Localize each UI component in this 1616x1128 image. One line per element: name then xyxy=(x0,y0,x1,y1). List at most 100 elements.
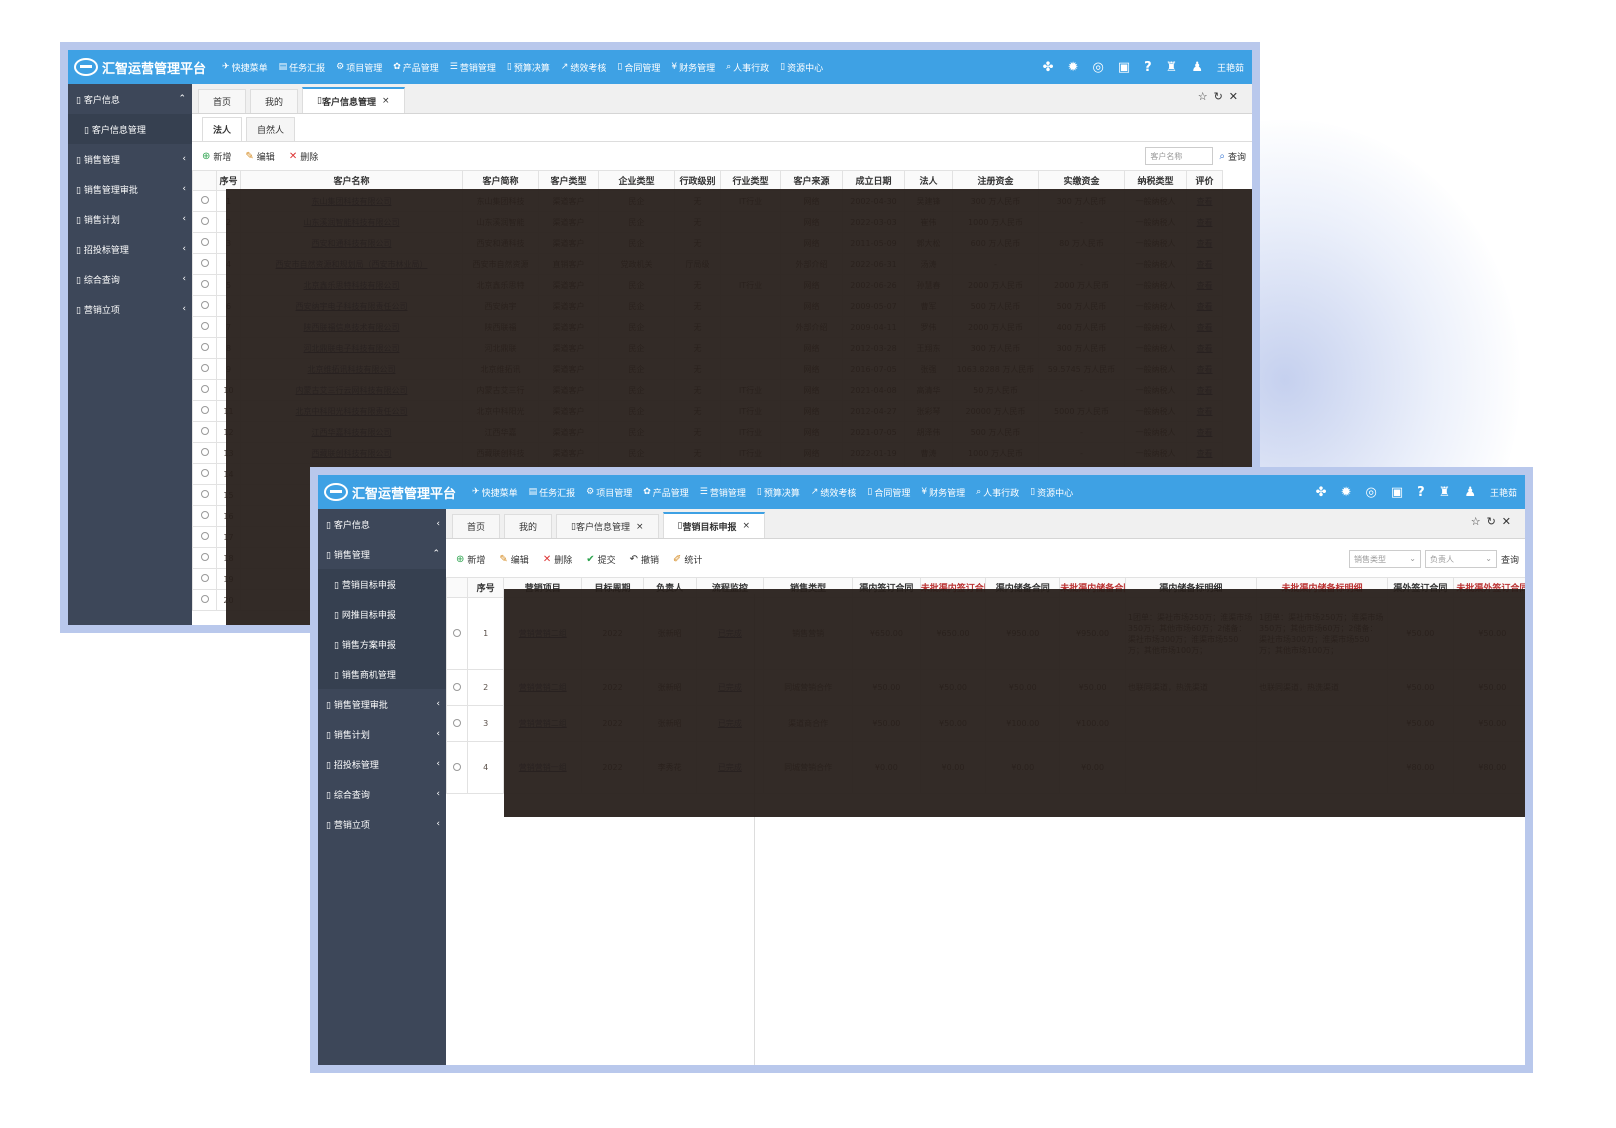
note-icon[interactable]: ▣ xyxy=(1118,60,1130,75)
sidebar-item-5[interactable]: ▯ 招投标管理 ‹ xyxy=(68,234,192,264)
sidebar-item-4[interactable]: ▯ 销售方案申报 xyxy=(318,629,446,659)
radio-button[interactable] xyxy=(200,217,209,225)
settings-icon[interactable]: ✹ xyxy=(1068,60,1079,75)
radio-button[interactable] xyxy=(200,259,209,267)
table-row[interactable]: 8 河北鼎联电子科技有限公司 河北鼎联 渠道客户 民企无网络 2012-03-28 王翔东 3… xyxy=(192,337,1223,359)
help-icon[interactable]: ? xyxy=(1417,485,1425,500)
delete-button[interactable]: ✕ 删除 xyxy=(289,150,318,163)
row-select[interactable] xyxy=(192,442,217,464)
edit-button[interactable]: ✎ 编辑 xyxy=(499,553,528,566)
shirt-icon[interactable]: ♜ xyxy=(1166,60,1178,75)
sidebar-item-8[interactable]: ▯ 招投标管理 ‹ xyxy=(318,749,446,779)
sidebar-item-3[interactable]: ▯ 销售管理审批 ‹ xyxy=(68,174,192,204)
radio-button[interactable] xyxy=(453,762,462,771)
row-select[interactable] xyxy=(192,568,217,590)
row-select[interactable] xyxy=(445,669,469,706)
menu-item-0[interactable]: ✈ 快捷菜单 xyxy=(222,61,268,74)
menu-item-9[interactable]: ⌕ 人事行政 xyxy=(976,486,1019,499)
sidebar-item-9[interactable]: ▯ 综合查询 ‹ xyxy=(318,779,446,809)
menu-item-9[interactable]: ⌕ 人事行政 xyxy=(726,61,769,74)
radio-button[interactable] xyxy=(200,595,209,603)
radio-button[interactable] xyxy=(200,469,209,477)
radio-button[interactable] xyxy=(200,301,209,309)
refresh-icon[interactable]: ↻ xyxy=(1214,90,1229,103)
menu-item-6[interactable]: ↗ 绩效考核 xyxy=(811,486,857,499)
help-icon[interactable]: ? xyxy=(1144,60,1152,75)
search-input[interactable]: 客户名称 xyxy=(1145,147,1214,165)
star-icon[interactable]: ☆ xyxy=(1198,90,1214,103)
table-row[interactable]: 5 北京鑫乐思特科技有限公司 北京鑫乐思特 渠道客户 民企无 IT行业 网络 2002-06-… xyxy=(192,274,1223,296)
menu-item-4[interactable]: ☰ 营销管理 xyxy=(700,486,746,499)
table-row[interactable]: 10 内蒙古艾三行云网科技有限公司 内蒙古艾三行 渠道客户 民企无 IT行业 网络 2021-… xyxy=(192,379,1223,401)
table-row[interactable]: 2 营销营销二组 2022 张新昭 已完成 同城营销合作 ¥50.00 ¥50.00 ¥50.0… xyxy=(445,669,1525,706)
table-row[interactable]: 1 营销营销二组 2022 张新昭 已完成 销售营销 ¥650.00 ¥650.00 ¥950.… xyxy=(445,597,1525,670)
row-select[interactable] xyxy=(192,484,217,506)
row-select[interactable] xyxy=(192,400,217,422)
sidebar-item-2[interactable]: ▯ 销售管理 ‹ xyxy=(68,144,192,174)
menu-item-7[interactable]: ▯ 合同管理 xyxy=(867,486,910,499)
delete-button[interactable]: ✕ 删除 xyxy=(543,553,572,566)
settings-icon[interactable]: ✹ xyxy=(1341,485,1352,500)
row-select[interactable] xyxy=(445,597,469,670)
tab-1[interactable]: 我的 xyxy=(250,89,299,113)
radio-button[interactable] xyxy=(200,196,209,204)
sidebar-item-7[interactable]: ▯ 销售计划 ‹ xyxy=(318,719,446,749)
row-select[interactable] xyxy=(192,316,217,338)
menu-item-3[interactable]: ✿ 产品管理 xyxy=(393,61,439,74)
star-icon[interactable]: ☆ xyxy=(1471,515,1487,528)
tab-close-icon[interactable]: × xyxy=(743,521,751,531)
close-icon[interactable]: ✕ xyxy=(1502,515,1517,528)
menu-item-5[interactable]: ▯ 预算决算 xyxy=(757,486,800,499)
row-select[interactable] xyxy=(192,190,217,212)
menu-item-7[interactable]: ▯ 合同管理 xyxy=(617,61,660,74)
radio-button[interactable] xyxy=(200,322,209,330)
menu-item-4[interactable]: ☰ 营销管理 xyxy=(450,61,496,74)
row-select[interactable] xyxy=(192,211,217,233)
tab-0[interactable]: 首页 xyxy=(198,89,247,113)
tab-2[interactable]: ▯ 客户信息管理 × xyxy=(556,514,659,538)
radio-button[interactable] xyxy=(200,385,209,393)
row-select[interactable] xyxy=(192,253,217,275)
row-select[interactable] xyxy=(192,379,217,401)
radio-button[interactable] xyxy=(200,343,209,351)
sidebar-item-0[interactable]: ▯ 客户信息 ‹ xyxy=(318,509,446,539)
radio-button[interactable] xyxy=(200,490,209,498)
row-select[interactable] xyxy=(192,421,217,443)
menu-item-0[interactable]: ✈ 快捷菜单 xyxy=(472,486,518,499)
user-name[interactable]: 王艳茹 xyxy=(1217,61,1244,74)
menu-item-2[interactable]: ⚙ 项目管理 xyxy=(336,61,382,74)
tab-close-icon[interactable]: × xyxy=(636,522,644,532)
table-row[interactable]: 11 北京中科阳光科技有限责任公司 北京中科阳光 渠道客户 民企无 IT行业 网络 2012-… xyxy=(192,400,1223,422)
row-select[interactable] xyxy=(192,505,217,527)
user-name[interactable]: 王艳茹 xyxy=(1490,486,1517,499)
menu-item-10[interactable]: ▯ 资源中心 xyxy=(780,61,823,74)
shirt-icon[interactable]: ♜ xyxy=(1439,485,1451,500)
add-button[interactable]: ⊕ 新增 xyxy=(202,150,231,163)
chat-icon[interactable]: ◎ xyxy=(1365,485,1376,500)
table-row[interactable]: 13 西藏联创科技有限公司 西藏联创科技 渠道客户 民企无 IT行业 网络 2022-01-1… xyxy=(192,442,1223,464)
edit-button[interactable]: ✎ 编辑 xyxy=(245,150,274,163)
sidebar-item-6[interactable]: ▯ 综合查询 ‹ xyxy=(68,264,192,294)
menu-item-8[interactable]: ¥ 财务管理 xyxy=(671,61,715,74)
table-row[interactable]: 3 西安和通科技有限公司 西安和通科技 渠道客户 民企无 网络 2011-05-09 郭大松 6… xyxy=(192,232,1223,254)
subtab-legal[interactable]: 法人 xyxy=(202,117,243,141)
owner-select[interactable]: 负责人 ⌄ xyxy=(1424,550,1497,568)
radio-button[interactable] xyxy=(200,553,209,561)
row-select[interactable] xyxy=(192,232,217,254)
note-icon[interactable]: ▣ xyxy=(1391,485,1403,500)
sidebar-item-0[interactable]: ▯ 客户信息 ⌃ xyxy=(68,84,192,114)
sales-type-select[interactable]: 销售类型 ⌄ xyxy=(1348,550,1421,568)
sidebar-item-1[interactable]: ▯ 销售管理 ⌃ xyxy=(318,539,446,569)
tab-2[interactable]: ▯ 客户信息管理 × xyxy=(302,87,405,113)
radio-button[interactable] xyxy=(453,718,462,727)
tab-3[interactable]: ▯ 营销目标申报 × xyxy=(662,512,766,538)
revoke-button[interactable]: ↶ 撤销 xyxy=(630,553,659,566)
subtab-natural[interactable]: 自然人 xyxy=(246,117,296,141)
row-select[interactable] xyxy=(192,463,217,485)
menu-item-1[interactable]: ▤ 任务汇报 xyxy=(529,486,576,499)
close-icon[interactable]: ✕ xyxy=(1229,90,1244,103)
radio-button[interactable] xyxy=(453,682,462,691)
tab-close-icon[interactable]: × xyxy=(382,96,390,106)
row-select[interactable] xyxy=(192,274,217,296)
user-icon[interactable]: ♟ xyxy=(1464,485,1476,500)
